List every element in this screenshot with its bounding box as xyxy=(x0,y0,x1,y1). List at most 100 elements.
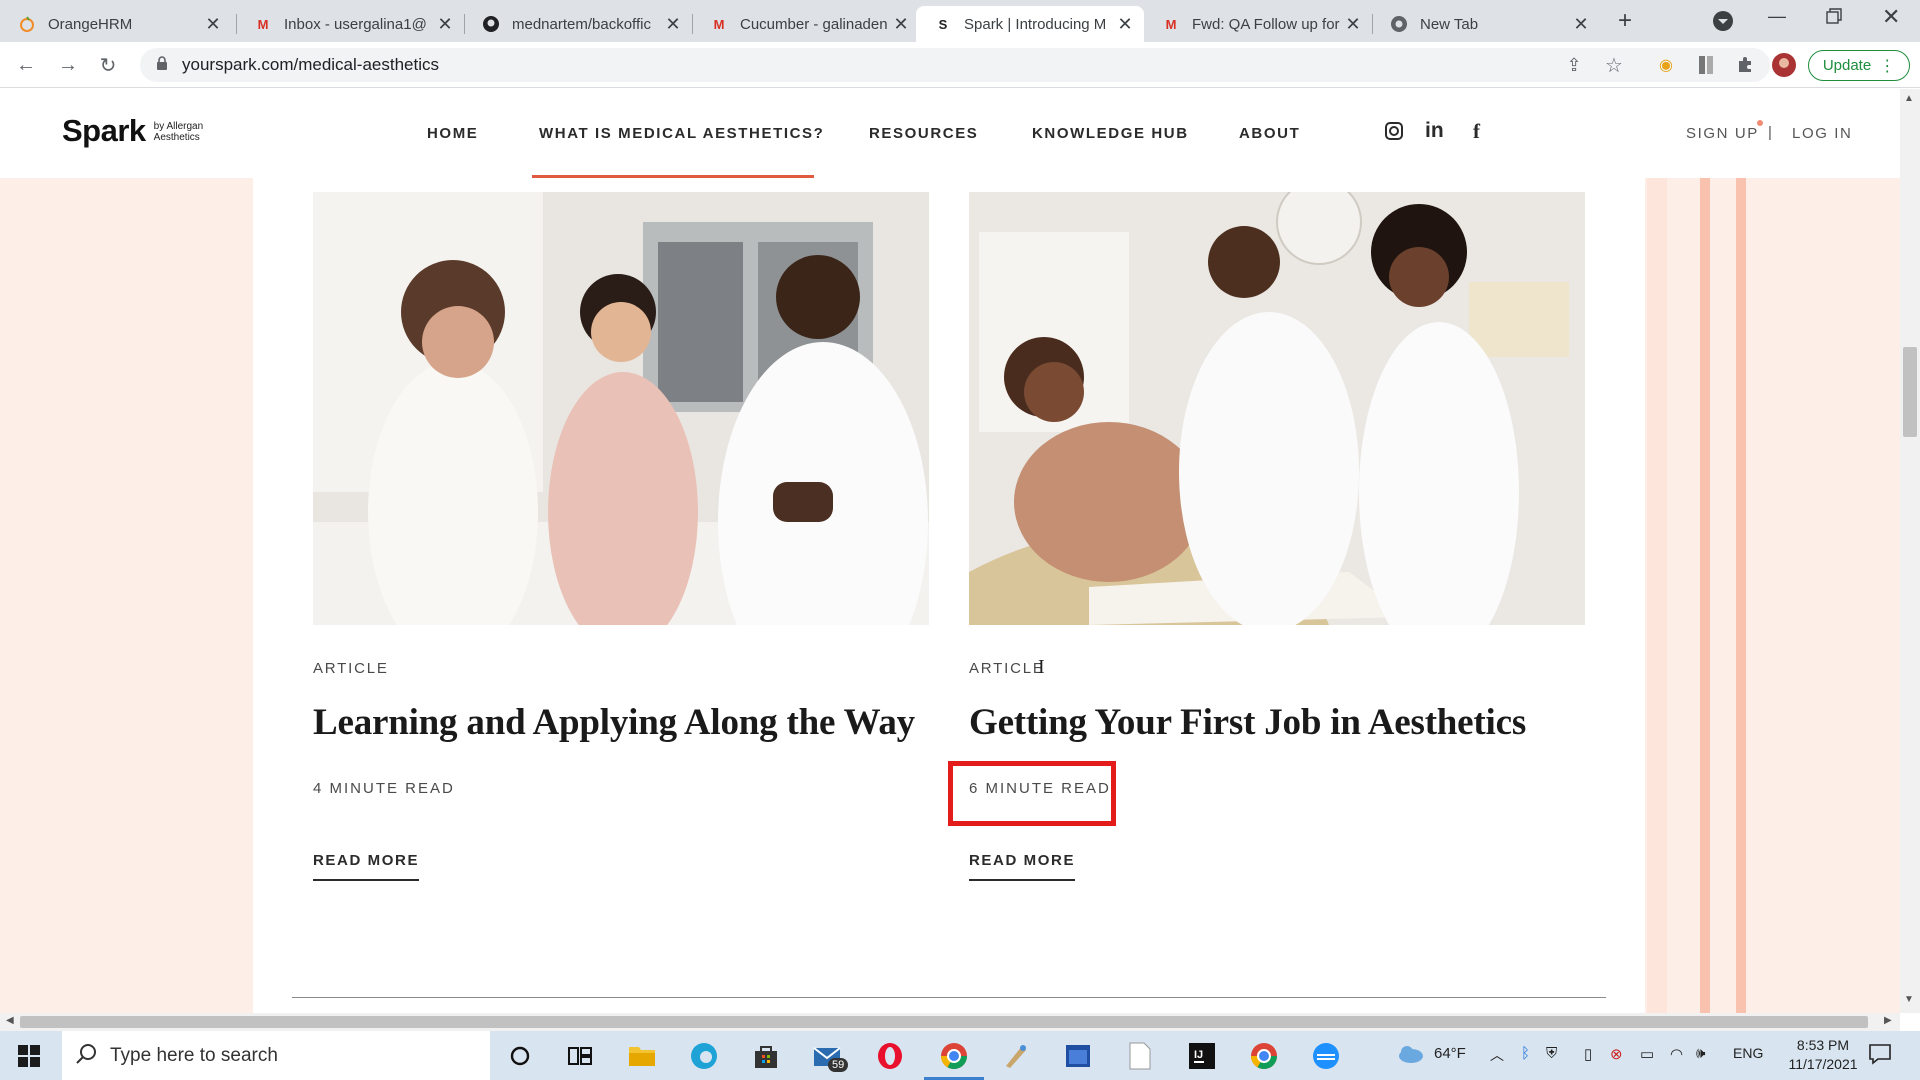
opera-icon[interactable] xyxy=(874,1040,906,1072)
store-icon[interactable] xyxy=(750,1040,782,1072)
close-tab-icon[interactable]: ✕ xyxy=(1572,14,1590,35)
spark-logo[interactable]: Spark by Allergan Aesthetics xyxy=(62,113,203,149)
close-tab-icon[interactable]: ✕ xyxy=(204,14,222,35)
wifi-icon[interactable]: ◠ xyxy=(1670,1045,1683,1063)
chrome-taskbar-icon[interactable] xyxy=(938,1040,970,1072)
show-hidden-icons-icon[interactable]: ︿ xyxy=(1490,1045,1504,1065)
article-title[interactable]: Getting Your First Job in Aesthetics xyxy=(969,701,1526,744)
reading-list-icon[interactable] xyxy=(1692,51,1720,79)
nav-knowledge-hub[interactable]: KNOWLEDGE HUB xyxy=(1032,125,1189,142)
volume-icon[interactable]: 🕪 xyxy=(1696,1045,1705,1062)
minimize-icon[interactable]: — xyxy=(1768,6,1786,27)
update-label: Update xyxy=(1822,57,1872,74)
vertical-scrollbar[interactable]: ▲ ▼ xyxy=(1900,89,1920,1013)
network-error-icon[interactable]: ⊗ xyxy=(1610,1045,1623,1063)
clock-date: 11/17/2021 xyxy=(1788,1056,1858,1072)
new-tab-plus-icon[interactable]: + xyxy=(1612,8,1638,34)
sign-up-link[interactable]: SIGN UP xyxy=(1686,125,1759,142)
tab-orangehrm[interactable]: OrangeHRM ✕ xyxy=(0,6,232,42)
windows-start-icon[interactable] xyxy=(18,1045,40,1072)
log-in-link[interactable]: LOG IN xyxy=(1792,125,1852,142)
mail-icon[interactable]: 59 xyxy=(812,1040,849,1072)
nav-medical-aesthetics[interactable]: WHAT IS MEDICAL AESTHETICS? xyxy=(539,125,824,142)
bluetooth-icon[interactable]: ᛒ xyxy=(1521,1045,1530,1062)
gmail-icon: M xyxy=(257,16,269,32)
horizontal-scrollbar[interactable]: ◀ ▶ xyxy=(0,1013,1900,1031)
close-tab-icon[interactable]: ✕ xyxy=(1116,14,1134,35)
scroll-right-arrow-icon[interactable]: ▶ xyxy=(1884,1015,1892,1026)
task-view-icon[interactable] xyxy=(564,1040,596,1072)
scroll-left-arrow-icon[interactable]: ◀ xyxy=(6,1015,14,1026)
scroll-up-arrow-icon[interactable]: ▲ xyxy=(1904,93,1914,104)
notifications-icon[interactable] xyxy=(1868,1043,1892,1070)
facebook-icon[interactable]: f xyxy=(1473,119,1480,144)
browser-toolbar: ← → ↻ yourspark.com/medical-aesthetics ⇪… xyxy=(0,42,1920,88)
close-tab-icon[interactable]: ✕ xyxy=(892,14,910,35)
header-divider: | xyxy=(1768,124,1772,141)
bookmark-star-icon[interactable]: ☆ xyxy=(1600,51,1628,79)
reload-icon[interactable]: ↻ xyxy=(94,51,122,79)
language-indicator[interactable]: ENG xyxy=(1733,1045,1763,1061)
tab-fwd-qa[interactable]: M Fwd: QA Follow up for ✕ xyxy=(1144,6,1372,42)
back-icon[interactable]: ← xyxy=(12,51,40,79)
nav-resources[interactable]: RESOURCES xyxy=(869,125,978,142)
chrome-icon xyxy=(1390,15,1408,33)
nav-about[interactable]: ABOUT xyxy=(1239,125,1300,142)
intellij-icon[interactable]: IJ xyxy=(1186,1040,1218,1072)
svg-text:IJ: IJ xyxy=(1194,1049,1203,1061)
tab-search-icon[interactable] xyxy=(1712,10,1734,32)
clock[interactable]: 8:53 PM 11/17/2021 xyxy=(1782,1036,1864,1074)
security-shield-icon[interactable]: ⛨ xyxy=(1546,1045,1557,1062)
scrollbar-thumb[interactable] xyxy=(1903,347,1917,437)
read-more-link[interactable]: READ MORE xyxy=(969,852,1076,881)
article-image-learning[interactable] xyxy=(313,192,929,625)
read-more-link[interactable]: READ MORE xyxy=(313,852,420,881)
logo-sub: Aesthetics xyxy=(153,132,200,143)
close-tab-icon[interactable]: ✕ xyxy=(664,14,682,35)
weather-temp[interactable]: 64°F xyxy=(1434,1045,1466,1062)
tab-title: Cucumber - galinaden xyxy=(740,15,888,33)
weather-cloud-icon[interactable] xyxy=(1396,1044,1424,1069)
battery-icon[interactable]: ▭ xyxy=(1640,1045,1654,1063)
restore-icon[interactable] xyxy=(1826,8,1842,24)
web-page: Spark by Allergan Aesthetics HOME WHAT I… xyxy=(0,89,1920,1013)
github-icon xyxy=(482,15,500,33)
app-icon[interactable] xyxy=(1310,1040,1342,1072)
linkedin-icon[interactable]: in xyxy=(1425,119,1444,143)
forward-icon[interactable]: → xyxy=(54,51,82,79)
article-title[interactable]: Learning and Applying Along the Way xyxy=(313,701,915,744)
profile-avatar[interactable] xyxy=(1770,51,1798,79)
instagram-icon[interactable] xyxy=(1385,122,1403,145)
share-icon[interactable]: ⇪ xyxy=(1560,51,1588,79)
scrollbar-thumb[interactable] xyxy=(20,1016,1868,1028)
chrome-profile-icon[interactable] xyxy=(1248,1040,1280,1072)
close-tab-icon[interactable]: ✕ xyxy=(436,14,454,35)
cortana-icon[interactable] xyxy=(504,1040,536,1072)
file-icon[interactable] xyxy=(1124,1040,1156,1072)
tab-github[interactable]: mednartem/backoffic ✕ xyxy=(464,6,692,42)
section-divider xyxy=(292,997,1606,998)
device-icon[interactable]: ▯ xyxy=(1584,1045,1592,1063)
extensions-puzzle-icon[interactable] xyxy=(1731,51,1759,79)
tab-spark[interactable]: S Spark | Introducing M ✕ xyxy=(916,6,1144,42)
tab-inbox[interactable]: M Inbox - usergalina1@ ✕ xyxy=(236,6,464,42)
article-image-first-job[interactable] xyxy=(969,192,1585,625)
notification-dot xyxy=(1757,120,1763,126)
close-window-icon[interactable]: ✕ xyxy=(1882,4,1900,30)
paint-icon[interactable] xyxy=(1000,1040,1032,1072)
tab-title: New Tab xyxy=(1420,15,1479,33)
edge-icon[interactable] xyxy=(688,1040,720,1072)
nav-home[interactable]: HOME xyxy=(427,125,478,142)
scroll-down-arrow-icon[interactable]: ▼ xyxy=(1904,994,1914,1005)
tab-new-tab[interactable]: New Tab ✕ xyxy=(1372,6,1600,42)
extension-icon[interactable]: ◉ xyxy=(1652,51,1680,79)
address-bar[interactable]: yourspark.com/medical-aesthetics xyxy=(140,48,1770,82)
taskbar-search-input[interactable]: Type here to search xyxy=(62,1031,490,1080)
calendar-app-icon[interactable] xyxy=(1062,1040,1094,1072)
close-tab-icon[interactable]: ✕ xyxy=(1344,14,1362,35)
spark-icon: S xyxy=(938,16,948,32)
file-explorer-icon[interactable] xyxy=(626,1040,658,1072)
update-button[interactable]: Update ⋮ xyxy=(1808,50,1910,81)
tab-cucumber[interactable]: M Cucumber - galinaden ✕ xyxy=(692,6,920,42)
article-kicker: ARTICLE xyxy=(969,660,1045,677)
